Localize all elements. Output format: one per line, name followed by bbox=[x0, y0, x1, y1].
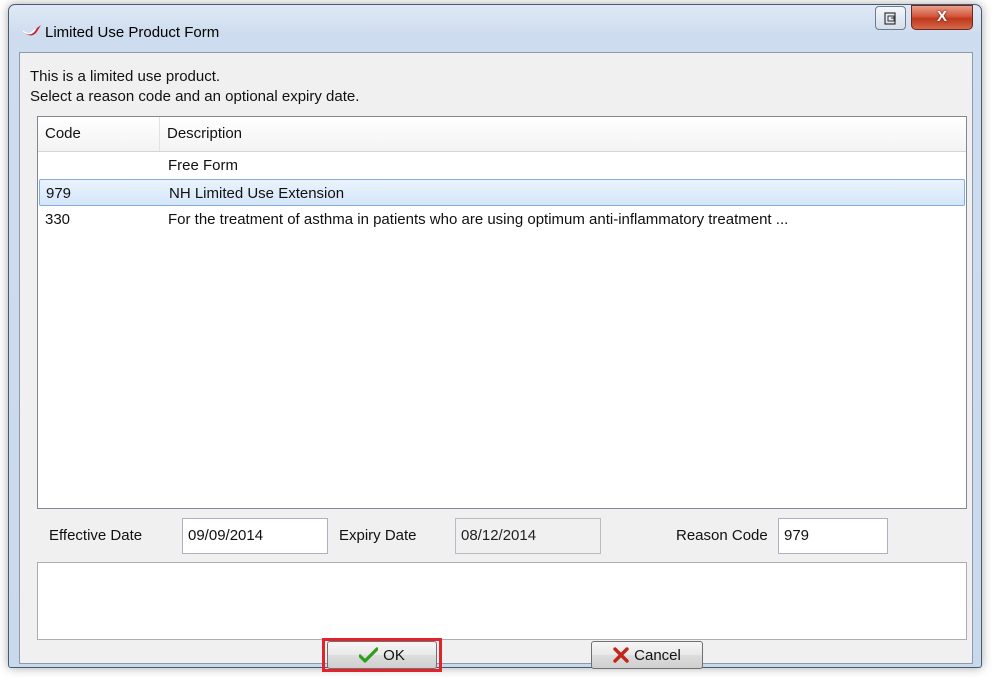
close-button[interactable]: X bbox=[911, 5, 973, 30]
restore-icon bbox=[884, 12, 896, 25]
list-row[interactable]: Free Form bbox=[39, 152, 965, 179]
app-logo-icon bbox=[21, 25, 41, 36]
instruction-line-2: Select a reason code and an optional exp… bbox=[30, 88, 360, 105]
effective-date-label: Effective Date bbox=[49, 527, 143, 544]
column-header-code[interactable]: Code bbox=[38, 117, 160, 151]
cancel-button[interactable]: Cancel bbox=[591, 641, 703, 669]
cancel-button-label: Cancel bbox=[634, 646, 681, 664]
notes-textarea[interactable] bbox=[37, 562, 967, 640]
instruction-line-1: This is a limited use product. bbox=[30, 68, 221, 85]
row-description: NH Limited Use Extension bbox=[169, 185, 345, 202]
list-header: Code Description bbox=[38, 117, 966, 152]
expiry-date-label: Expiry Date bbox=[339, 527, 417, 544]
row-description: Free Form bbox=[168, 157, 239, 174]
list-row-selected[interactable]: 979 NH Limited Use Extension bbox=[39, 179, 965, 206]
reason-code-input[interactable]: 979 bbox=[778, 518, 888, 554]
restore-button[interactable] bbox=[875, 6, 906, 30]
ok-button-highlight bbox=[322, 638, 442, 672]
dialog-window: Limited Use Product Form X This is a lim… bbox=[8, 4, 982, 672]
reason-code-list[interactable]: Code Description Free Form 979 NH Limite… bbox=[37, 116, 967, 509]
instructions: This is a limited use product. Select a … bbox=[30, 67, 359, 107]
row-code: 979 bbox=[46, 185, 72, 202]
cancel-x-icon bbox=[613, 647, 629, 663]
list-row[interactable]: 330 For the treatment of asthma in patie… bbox=[39, 206, 965, 233]
window-title: Limited Use Product Form bbox=[45, 24, 220, 41]
expiry-date-input[interactable]: 08/12/2014 bbox=[455, 518, 601, 554]
row-description: For the treatment of asthma in patients … bbox=[168, 211, 789, 228]
column-header-description[interactable]: Description bbox=[160, 117, 966, 151]
title-bar[interactable]: Limited Use Product Form X bbox=[9, 5, 981, 47]
effective-date-input[interactable]: 09/09/2014 bbox=[182, 518, 328, 554]
dialog-content: This is a limited use product. Select a … bbox=[19, 52, 973, 672]
row-code: 330 bbox=[45, 211, 71, 228]
reason-code-label: Reason Code bbox=[676, 527, 768, 544]
